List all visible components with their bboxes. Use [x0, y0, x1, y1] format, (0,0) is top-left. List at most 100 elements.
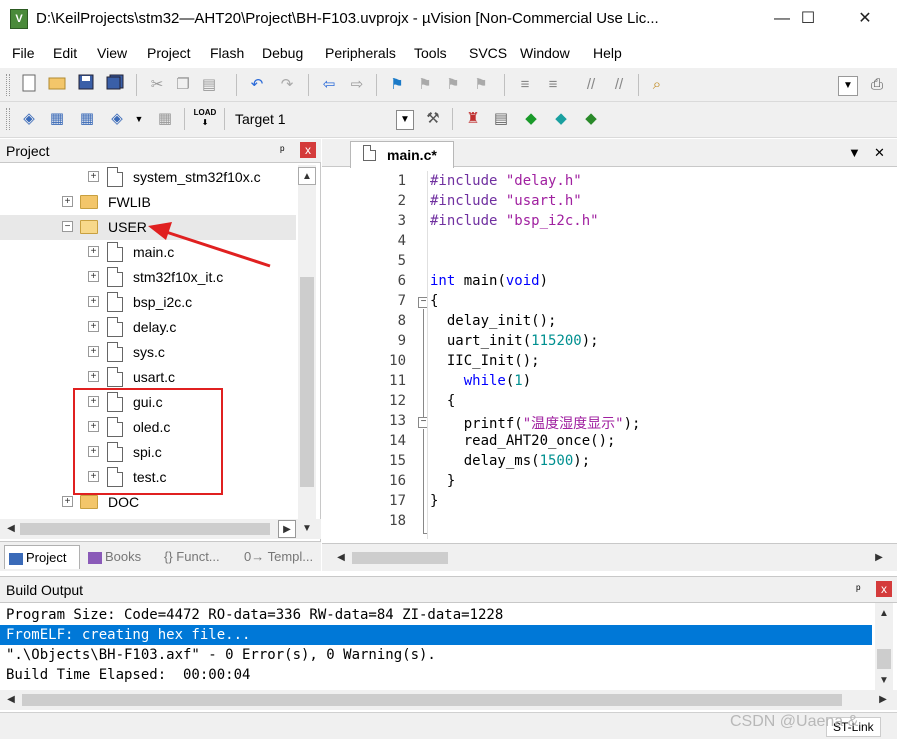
clear-bookmarks-icon[interactable]: ⚑	[470, 74, 492, 96]
build-output-horizontal-scrollbar[interactable]: ◀ ▶	[0, 690, 897, 710]
tab-main-c[interactable]: main.c*	[350, 141, 454, 168]
target-options-wand-icon[interactable]: ⚒	[422, 108, 444, 130]
tab-books[interactable]: Books	[84, 545, 156, 569]
toolbar-grip[interactable]	[6, 108, 10, 130]
close-window-button[interactable]: ✕	[842, 0, 888, 38]
navigate-forward-icon[interactable]: ⇨	[346, 74, 368, 96]
manage-project-items-icon[interactable]: ♜	[462, 108, 484, 130]
prev-bookmark-icon[interactable]: ⚑	[414, 74, 436, 96]
incremental-find-icon[interactable]: ⎙	[866, 74, 888, 96]
device-database-icon[interactable]: ◆	[580, 108, 602, 130]
indent-icon[interactable]: ≡	[514, 74, 536, 96]
maximize-button[interactable]: ☐	[785, 0, 831, 38]
unindent-icon[interactable]: ≡	[542, 74, 564, 96]
scroll-left-icon[interactable]: ◀	[332, 549, 350, 567]
menu-svcs[interactable]: SVCS	[469, 45, 507, 61]
scroll-thumb[interactable]	[300, 277, 314, 487]
navigate-back-icon[interactable]: ⇦	[318, 74, 340, 96]
tree-item[interactable]: + usart.c	[0, 365, 296, 390]
build-output-line-selected[interactable]: FromELF: creating hex file...	[0, 625, 872, 645]
tab-project[interactable]: Project	[4, 545, 80, 569]
redo-icon[interactable]: ↷	[276, 74, 298, 96]
cut-icon[interactable]: ✂	[146, 74, 168, 96]
uncomment-icon[interactable]: //	[608, 74, 630, 96]
menu-flash[interactable]: Flash	[210, 45, 244, 61]
tree-item[interactable]: + delay.c	[0, 315, 296, 340]
paste-icon[interactable]: ▤	[198, 74, 220, 96]
pin-icon[interactable]: ᵖ	[280, 143, 285, 157]
find-dropdown-chevron-down-icon[interactable]: ▼	[838, 76, 858, 96]
next-bookmark-icon[interactable]: ⚑	[442, 74, 464, 96]
menu-file[interactable]: File	[12, 45, 35, 61]
code-text-area[interactable]: #include "delay.h" #include "usart.h" #i…	[427, 171, 889, 539]
pack-installer-icon[interactable]: ◆	[550, 108, 572, 130]
find-in-files-icon[interactable]: ⌕	[646, 74, 668, 96]
tab-list-chevron-down-icon[interactable]: ▼	[848, 145, 861, 160]
stop-build-icon[interactable]: ▦	[154, 108, 176, 130]
tree-item[interactable]: + FWLIB	[0, 190, 296, 215]
menu-window[interactable]: Window	[520, 45, 570, 61]
menu-debug[interactable]: Debug	[262, 45, 303, 61]
expand-icon[interactable]: +	[88, 271, 99, 282]
scroll-down-icon[interactable]: ▼	[875, 672, 893, 690]
scroll-up-icon[interactable]: ▲	[298, 167, 316, 185]
scroll-left-icon[interactable]: ◀	[2, 691, 20, 709]
tree-item[interactable]: + sys.c	[0, 340, 296, 365]
scroll-down-icon[interactable]: ▼	[298, 520, 316, 538]
select-packs-icon[interactable]: ▤	[490, 108, 512, 130]
tree-item-selected[interactable]: − USER	[0, 215, 296, 240]
expand-icon[interactable]: +	[88, 346, 99, 357]
tree-vertical-scrollbar[interactable]: ▲	[298, 165, 316, 521]
menu-edit[interactable]: Edit	[53, 45, 77, 61]
batch-build-icon[interactable]: ◈	[106, 108, 128, 130]
scroll-right-icon[interactable]: ▶	[870, 549, 888, 567]
copy-icon[interactable]: ❐	[172, 74, 194, 96]
tree-item[interactable]: + bsp_i2c.c	[0, 290, 296, 315]
build-output-vertical-scrollbar[interactable]: ▲ ▼	[875, 603, 893, 690]
pin-icon[interactable]: ᵖ	[856, 582, 861, 596]
tree-horizontal-scrollbar[interactable]: ◀ ▶ ▼	[0, 519, 321, 539]
close-panel-icon[interactable]: x	[300, 142, 316, 158]
build-icon[interactable]: ▦	[46, 108, 68, 130]
scroll-right-icon[interactable]: ▶	[278, 520, 296, 538]
expand-icon[interactable]: +	[88, 296, 99, 307]
tab-functions[interactable]: {} Funct...	[160, 545, 236, 569]
scroll-thumb[interactable]	[877, 649, 891, 669]
scroll-up-icon[interactable]: ▲	[875, 605, 893, 623]
close-panel-icon[interactable]: x	[876, 581, 892, 597]
expand-icon[interactable]: +	[88, 321, 99, 332]
tab-templates[interactable]: 0→ Templ...	[240, 545, 318, 569]
expand-icon[interactable]: +	[88, 371, 99, 382]
save-icon[interactable]	[75, 74, 97, 96]
new-file-icon[interactable]	[18, 74, 40, 96]
manage-rte-icon[interactable]: ◆	[520, 108, 542, 130]
expand-icon[interactable]: +	[88, 246, 99, 257]
tree-item[interactable]: + main.c	[0, 240, 296, 265]
expand-icon[interactable]: +	[62, 196, 73, 207]
scroll-left-icon[interactable]: ◀	[2, 520, 20, 538]
bookmark-icon[interactable]: ⚑	[386, 74, 408, 96]
target-selector-value[interactable]: Target 1	[235, 111, 286, 127]
open-folder-icon[interactable]	[46, 74, 68, 96]
tree-item[interactable]: + stm32f10x_it.c	[0, 265, 296, 290]
expand-icon[interactable]: +	[88, 171, 99, 182]
batch-build-chevron-down-icon[interactable]: ▼	[128, 108, 150, 130]
toolbar-grip[interactable]	[6, 74, 10, 96]
menu-tools[interactable]: Tools	[414, 45, 447, 61]
rebuild-icon[interactable]: ▦	[76, 108, 98, 130]
menu-help[interactable]: Help	[593, 45, 622, 61]
scroll-right-icon[interactable]: ▶	[874, 691, 892, 709]
menu-view[interactable]: View	[97, 45, 127, 61]
save-all-icon[interactable]	[104, 74, 126, 96]
editor-horizontal-scrollbar[interactable]: ◀ ▶	[322, 543, 897, 571]
close-tab-icon[interactable]: ✕	[874, 145, 885, 161]
load-download-icon[interactable]: LOAD ⬇	[192, 108, 218, 130]
undo-icon[interactable]: ↶	[246, 74, 268, 96]
translate-icon[interactable]: ◈	[18, 108, 40, 130]
menu-peripherals[interactable]: Peripherals	[325, 45, 396, 61]
scroll-thumb[interactable]	[352, 552, 448, 564]
menu-project[interactable]: Project	[147, 45, 191, 61]
comment-icon[interactable]: //	[580, 74, 602, 96]
expand-icon[interactable]: +	[62, 496, 73, 507]
tree-item[interactable]: + system_stm32f10x.c	[0, 165, 296, 190]
